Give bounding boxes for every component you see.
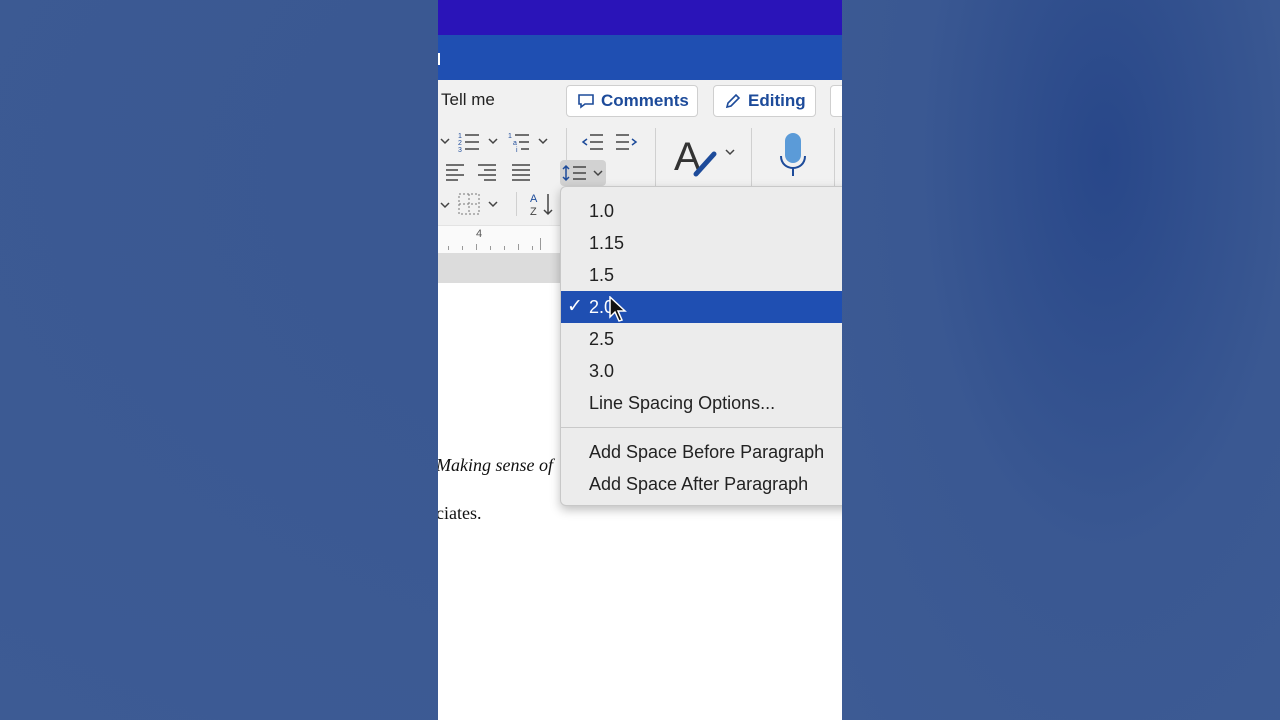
numbered-list-icon[interactable]: 123 xyxy=(458,130,502,154)
ribbon-divider xyxy=(516,192,517,216)
menu-item-add-space-after[interactable]: Add Space After Paragraph xyxy=(561,468,861,500)
microphone-icon[interactable] xyxy=(780,132,808,178)
menu-item-2-5[interactable]: 2.5 xyxy=(561,323,861,355)
menu-item-label: Line Spacing Options... xyxy=(589,393,776,413)
ribbon-divider xyxy=(751,128,752,188)
chevron-down-icon[interactable] xyxy=(440,132,450,150)
line-spacing-menu: 1.0 1.15 1.5 ✓ 2.0 2.5 3.0 Line Spacing O… xyxy=(560,186,862,506)
mouse-pointer-icon xyxy=(609,296,627,322)
multilevel-list-icon[interactable]: 1ai xyxy=(508,130,552,154)
line-spacing-button[interactable] xyxy=(560,160,606,186)
menu-item-2-0[interactable]: ✓ 2.0 xyxy=(561,291,861,323)
menu-item-add-space-before[interactable]: Add Space Before Paragraph xyxy=(561,436,861,468)
align-left-icon[interactable] xyxy=(444,163,466,181)
editing-button[interactable]: Editing xyxy=(713,85,816,117)
app-header-bar xyxy=(438,35,842,80)
decrease-indent-icon[interactable] xyxy=(581,132,605,152)
pencil-icon xyxy=(725,93,741,109)
menu-item-label: Add Space After Paragraph xyxy=(589,474,809,494)
document-text-line: ciates. xyxy=(438,503,482,523)
styles-icon[interactable]: A xyxy=(674,134,736,184)
justify-icon[interactable] xyxy=(510,163,532,181)
comments-label: Comments xyxy=(601,91,689,110)
ruler-number: 4 xyxy=(476,228,483,240)
svg-text:a: a xyxy=(513,140,517,147)
menu-item-1-5[interactable]: 1.5 xyxy=(561,259,861,291)
svg-text:3: 3 xyxy=(458,147,462,154)
document-text-line: Making sense of xyxy=(438,455,553,475)
menu-item-label: 1.5 xyxy=(589,265,615,285)
ribbon-divider xyxy=(834,128,835,188)
menu-item-1-0[interactable]: 1.0 xyxy=(561,195,861,227)
menu-item-line-spacing-options[interactable]: Line Spacing Options... xyxy=(561,387,861,419)
ribbon-divider xyxy=(655,128,656,188)
borders-icon[interactable] xyxy=(458,192,502,216)
menu-item-label: Add Space Before Paragraph xyxy=(589,442,825,462)
svg-text:A: A xyxy=(530,193,538,205)
share-button-edge[interactable] xyxy=(830,85,842,117)
comments-button[interactable]: Comments xyxy=(566,85,698,117)
menu-separator xyxy=(561,427,861,428)
align-right-icon[interactable] xyxy=(476,163,498,181)
menu-item-label: 1.0 xyxy=(589,201,615,221)
menu-item-3-0[interactable]: 3.0 xyxy=(561,355,861,387)
chevron-down-icon[interactable] xyxy=(440,196,450,214)
svg-text:1: 1 xyxy=(458,133,462,140)
menu-item-label: 2.5 xyxy=(589,329,615,349)
title-bar xyxy=(438,0,842,35)
line-spacing-icon xyxy=(562,164,603,182)
comment-icon xyxy=(578,94,594,109)
menu-item-label: 1.15 xyxy=(589,233,625,253)
menu-item-1-15[interactable]: 1.15 xyxy=(561,227,861,259)
editing-label: Editing xyxy=(748,91,806,110)
menu-item-label: 3.0 xyxy=(589,361,615,381)
sort-icon[interactable]: AZ xyxy=(528,190,556,218)
right-background xyxy=(842,0,1280,720)
svg-text:Z: Z xyxy=(530,206,537,218)
tell-me-search[interactable]: Tell me xyxy=(441,90,495,110)
header-mark xyxy=(438,53,440,65)
increase-indent-icon[interactable] xyxy=(614,132,638,152)
checkmark-icon: ✓ xyxy=(567,296,583,317)
svg-text:1: 1 xyxy=(508,133,512,140)
svg-text:2: 2 xyxy=(458,140,462,147)
svg-text:i: i xyxy=(516,147,518,154)
